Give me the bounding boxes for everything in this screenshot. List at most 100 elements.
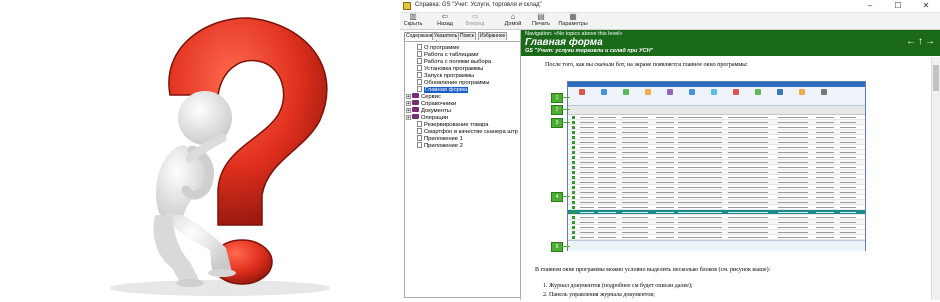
screenshot-cell-placeholder <box>622 187 648 188</box>
tree-item[interactable]: Приложение 2 <box>417 142 463 149</box>
topic-nav-arrows[interactable]: ←↑→ <box>906 36 937 47</box>
screenshot-cell-placeholder <box>840 182 856 183</box>
screenshot-cell-placeholder <box>728 182 768 183</box>
tree-folder[interactable]: + Операции <box>406 114 448 121</box>
screenshot-cell-placeholder <box>728 167 768 168</box>
screenshot-cell-placeholder <box>840 227 856 228</box>
screenshot-cell-placeholder <box>656 137 674 138</box>
screenshot-cell-placeholder <box>622 122 648 123</box>
tree-item[interactable]: Работа с таблицами <box>417 51 479 58</box>
screenshot-cell-placeholder <box>678 172 722 173</box>
screenshot-cell-placeholder <box>778 157 808 158</box>
tree-item[interactable]: Запуск программы <box>417 72 474 79</box>
screenshot-cell-placeholder <box>778 167 808 168</box>
screenshot-cell-placeholder <box>656 237 674 238</box>
vertical-scrollbar[interactable] <box>931 57 940 300</box>
screenshot-cell-placeholder <box>728 207 768 208</box>
tree-item[interactable]: Обновление программы <box>417 79 489 86</box>
book-icon <box>412 114 419 119</box>
screenshot-cell-placeholder <box>622 172 648 173</box>
expand-icon[interactable]: + <box>406 94 411 100</box>
tree-folder[interactable]: + Документы <box>406 107 451 114</box>
screenshot-cell-placeholder <box>656 197 674 198</box>
screenshot-cell-placeholder <box>678 167 722 168</box>
page-icon <box>417 72 422 78</box>
scrollbar-thumb[interactable] <box>933 65 939 91</box>
title-bar: Справка: GS "Учет: Услуги, торговля и ск… <box>400 0 940 13</box>
tree-item-selected[interactable]: Главная форма <box>417 86 469 93</box>
tab-index[interactable]: Указатель <box>432 32 460 40</box>
screenshot-row-marker <box>572 131 575 134</box>
screenshot-cell-placeholder <box>840 162 856 163</box>
screenshot-cell-placeholder <box>656 122 674 123</box>
screenshot-cell-placeholder <box>598 212 616 213</box>
screenshot-cell-placeholder <box>598 232 616 233</box>
screenshot-row-marker <box>572 196 575 199</box>
forward-button[interactable]: ⇨ Вперед <box>464 13 486 29</box>
screenshot-cell-placeholder <box>622 227 648 228</box>
tree-item[interactable]: Работа с полями выбора <box>417 58 491 65</box>
screenshot-cell-placeholder <box>816 172 834 173</box>
screenshot-cell-placeholder <box>678 122 722 123</box>
screenshot-cell-placeholder <box>840 172 856 173</box>
screenshot-row-marker <box>572 186 575 189</box>
screenshot-cell-placeholder <box>622 167 648 168</box>
close-icon[interactable]: ✕ <box>912 0 940 12</box>
topic-header: Navigation: «No topics above this level»… <box>521 30 940 56</box>
screenshot-cell-placeholder <box>656 117 674 118</box>
tree-item[interactable]: Установка программы <box>417 65 483 72</box>
screenshot-cell-placeholder <box>678 232 722 233</box>
tree-item[interactable]: Приложение 1 <box>417 135 463 142</box>
expand-icon[interactable]: + <box>406 101 411 107</box>
topic-content: Navigation: «No topics above this level»… <box>521 30 940 300</box>
maximize-icon[interactable]: ☐ <box>884 0 912 12</box>
screenshot-cell-placeholder <box>622 182 648 183</box>
screenshot-cell-placeholder <box>840 157 856 158</box>
options-icon: ▦ <box>569 12 577 21</box>
screenshot-cell-placeholder <box>678 152 722 153</box>
hide-button[interactable]: ▥ Скрыть <box>402 13 424 29</box>
screenshot-cell-placeholder <box>840 202 856 203</box>
screenshot-cell-placeholder <box>580 232 594 233</box>
screenshot-cell-placeholder <box>656 127 674 128</box>
tree-item[interactable]: Резервирование товара <box>417 121 489 128</box>
window-title: Справка: GS "Учет: Услуги, торговля и ск… <box>415 2 542 8</box>
screenshot-cell-placeholder <box>778 202 808 203</box>
options-button[interactable]: ▦ Параметры <box>558 13 588 29</box>
screenshot-cell-placeholder <box>656 192 674 193</box>
tree-item[interactable]: О программе <box>417 44 459 51</box>
tree-folder[interactable]: + Справочники <box>406 100 456 107</box>
screenshot-cell-placeholder <box>728 152 768 153</box>
screenshot-cell-placeholder <box>678 177 722 178</box>
screenshot-cell-placeholder <box>656 142 674 143</box>
callout-4: 4 <box>551 192 563 202</box>
screenshot-cell-placeholder <box>656 177 674 178</box>
minimize-icon[interactable]: – <box>856 0 884 12</box>
tab-search[interactable]: Поиск <box>458 32 476 40</box>
expand-icon[interactable]: + <box>406 108 411 114</box>
screenshot-cell-placeholder <box>656 157 674 158</box>
home-button[interactable]: ⌂ Домой <box>502 13 524 29</box>
screenshot-row-marker <box>572 221 575 224</box>
screenshot-cell-placeholder <box>622 152 648 153</box>
screenshot-cell-placeholder <box>598 217 616 218</box>
screenshot-row-marker <box>572 236 575 239</box>
print-button[interactable]: ▤ Печать <box>530 13 552 29</box>
page-icon <box>417 58 422 64</box>
page-icon <box>417 135 422 141</box>
tree-folder[interactable]: + Сервис <box>406 93 441 100</box>
screenshot-cell-placeholder <box>622 147 648 148</box>
screenshot-cell-placeholder <box>728 147 768 148</box>
screenshot-row-marker <box>572 146 575 149</box>
back-button[interactable]: ⇦ Назад <box>434 13 456 29</box>
screenshot-cell-placeholder <box>598 202 616 203</box>
expand-icon[interactable]: + <box>406 115 411 121</box>
tree-item[interactable]: Смартфон в качестве сканера штр <box>417 128 518 135</box>
tab-favorites[interactable]: Избранное <box>478 32 508 40</box>
screenshot-cell-placeholder <box>778 122 808 123</box>
screenshot-row-marker <box>572 121 575 124</box>
screenshot-cell-placeholder <box>728 132 768 133</box>
callout-line <box>562 122 570 123</box>
screenshot-row-marker <box>572 191 575 194</box>
callout-2: 2 <box>551 105 563 115</box>
